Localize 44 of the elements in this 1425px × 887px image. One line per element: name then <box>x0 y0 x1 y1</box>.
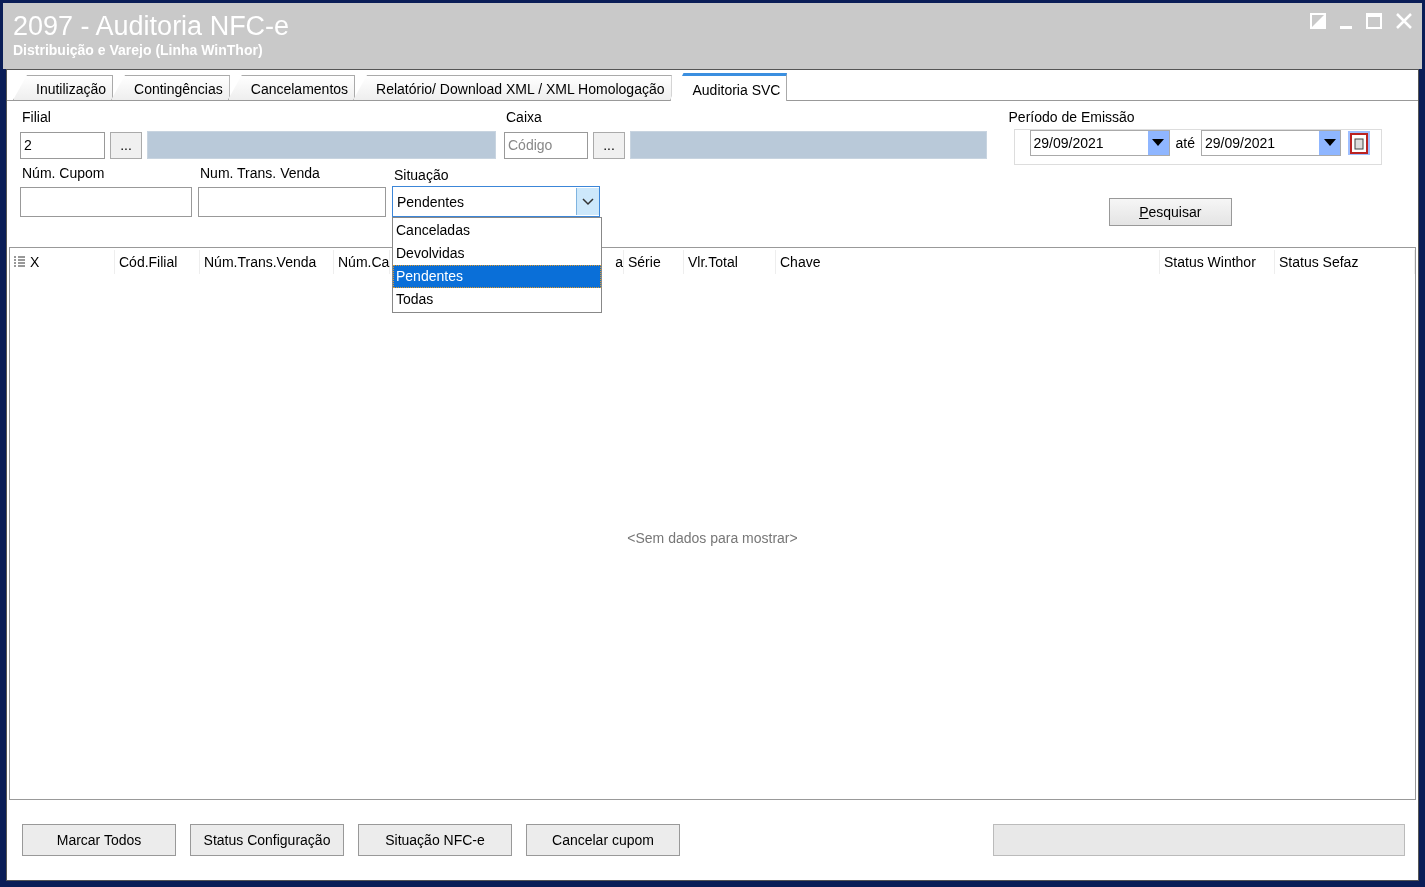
column-header[interactable]: Núm.Ca <box>334 250 390 274</box>
maximize-icon[interactable] <box>1366 13 1382 29</box>
column-header[interactable]: Vlr.Total <box>684 250 776 274</box>
search-button[interactable]: Pesquisar <box>1108 198 1232 226</box>
field-label: Num. Trans. Venda <box>199 165 321 182</box>
tab[interactable]: Cancelamentos <box>227 75 356 100</box>
chevron-down-icon[interactable] <box>582 197 594 206</box>
dropdown-option[interactable]: Pendentes <box>393 265 601 288</box>
field-label: Situação <box>393 167 450 184</box>
dropdown-option[interactable]: Canceladas <box>393 219 601 242</box>
column-header[interactable]: Série <box>624 250 684 274</box>
action-button[interactable]: Situação NFC-e <box>358 824 512 856</box>
group-label: Período de Emissão <box>1007 109 1136 125</box>
dropdown-value: Pendentes <box>396 193 465 210</box>
tab[interactable]: Auditoria SVC <box>669 73 788 101</box>
separator-label: até <box>1175 135 1195 151</box>
close-icon[interactable] <box>1396 13 1412 29</box>
tab[interactable]: Contingências <box>111 75 230 100</box>
tab[interactable]: Relatório/ Download XML / XML Homologação <box>353 75 672 100</box>
column-header[interactable]: Status Sefaz <box>1275 250 1415 274</box>
action-button[interactable]: Marcar Todos <box>22 824 176 856</box>
field-label: Núm. Cupom <box>21 165 106 182</box>
action-button[interactable]: Cancelar cupom <box>526 824 680 856</box>
field-label: Filial <box>21 109 52 126</box>
column-header[interactable]: Status Winthor <box>1160 250 1275 274</box>
field-label: Caixa <box>505 109 543 126</box>
restore-icon[interactable] <box>1310 13 1326 29</box>
browse-button[interactable]: ... <box>110 131 142 159</box>
caixa-field[interactable]: Código <box>504 131 588 159</box>
filial-field[interactable]: 2 <box>20 131 105 159</box>
column-header[interactable]: a <box>596 250 624 274</box>
browse-button[interactable]: ... <box>593 131 625 159</box>
column-header[interactable]: Chave <box>776 250 1160 274</box>
column-header[interactable]: Núm.Trans.Venda <box>200 250 334 274</box>
column-header[interactable]: X <box>26 250 115 274</box>
input-field[interactable] <box>20 187 192 217</box>
dropdown-option[interactable]: Todas <box>393 288 601 311</box>
tab[interactable]: Inutilização <box>13 75 114 100</box>
column-chooser-icon[interactable] <box>14 256 26 268</box>
action-button[interactable]: Status Configuração <box>190 824 344 856</box>
input-field[interactable] <box>198 187 386 217</box>
column-header[interactable]: Cód.Filial <box>115 250 200 274</box>
empty-message: <Sem dados para mostrar> <box>627 529 798 546</box>
calendar-icon[interactable] <box>1347 130 1371 156</box>
